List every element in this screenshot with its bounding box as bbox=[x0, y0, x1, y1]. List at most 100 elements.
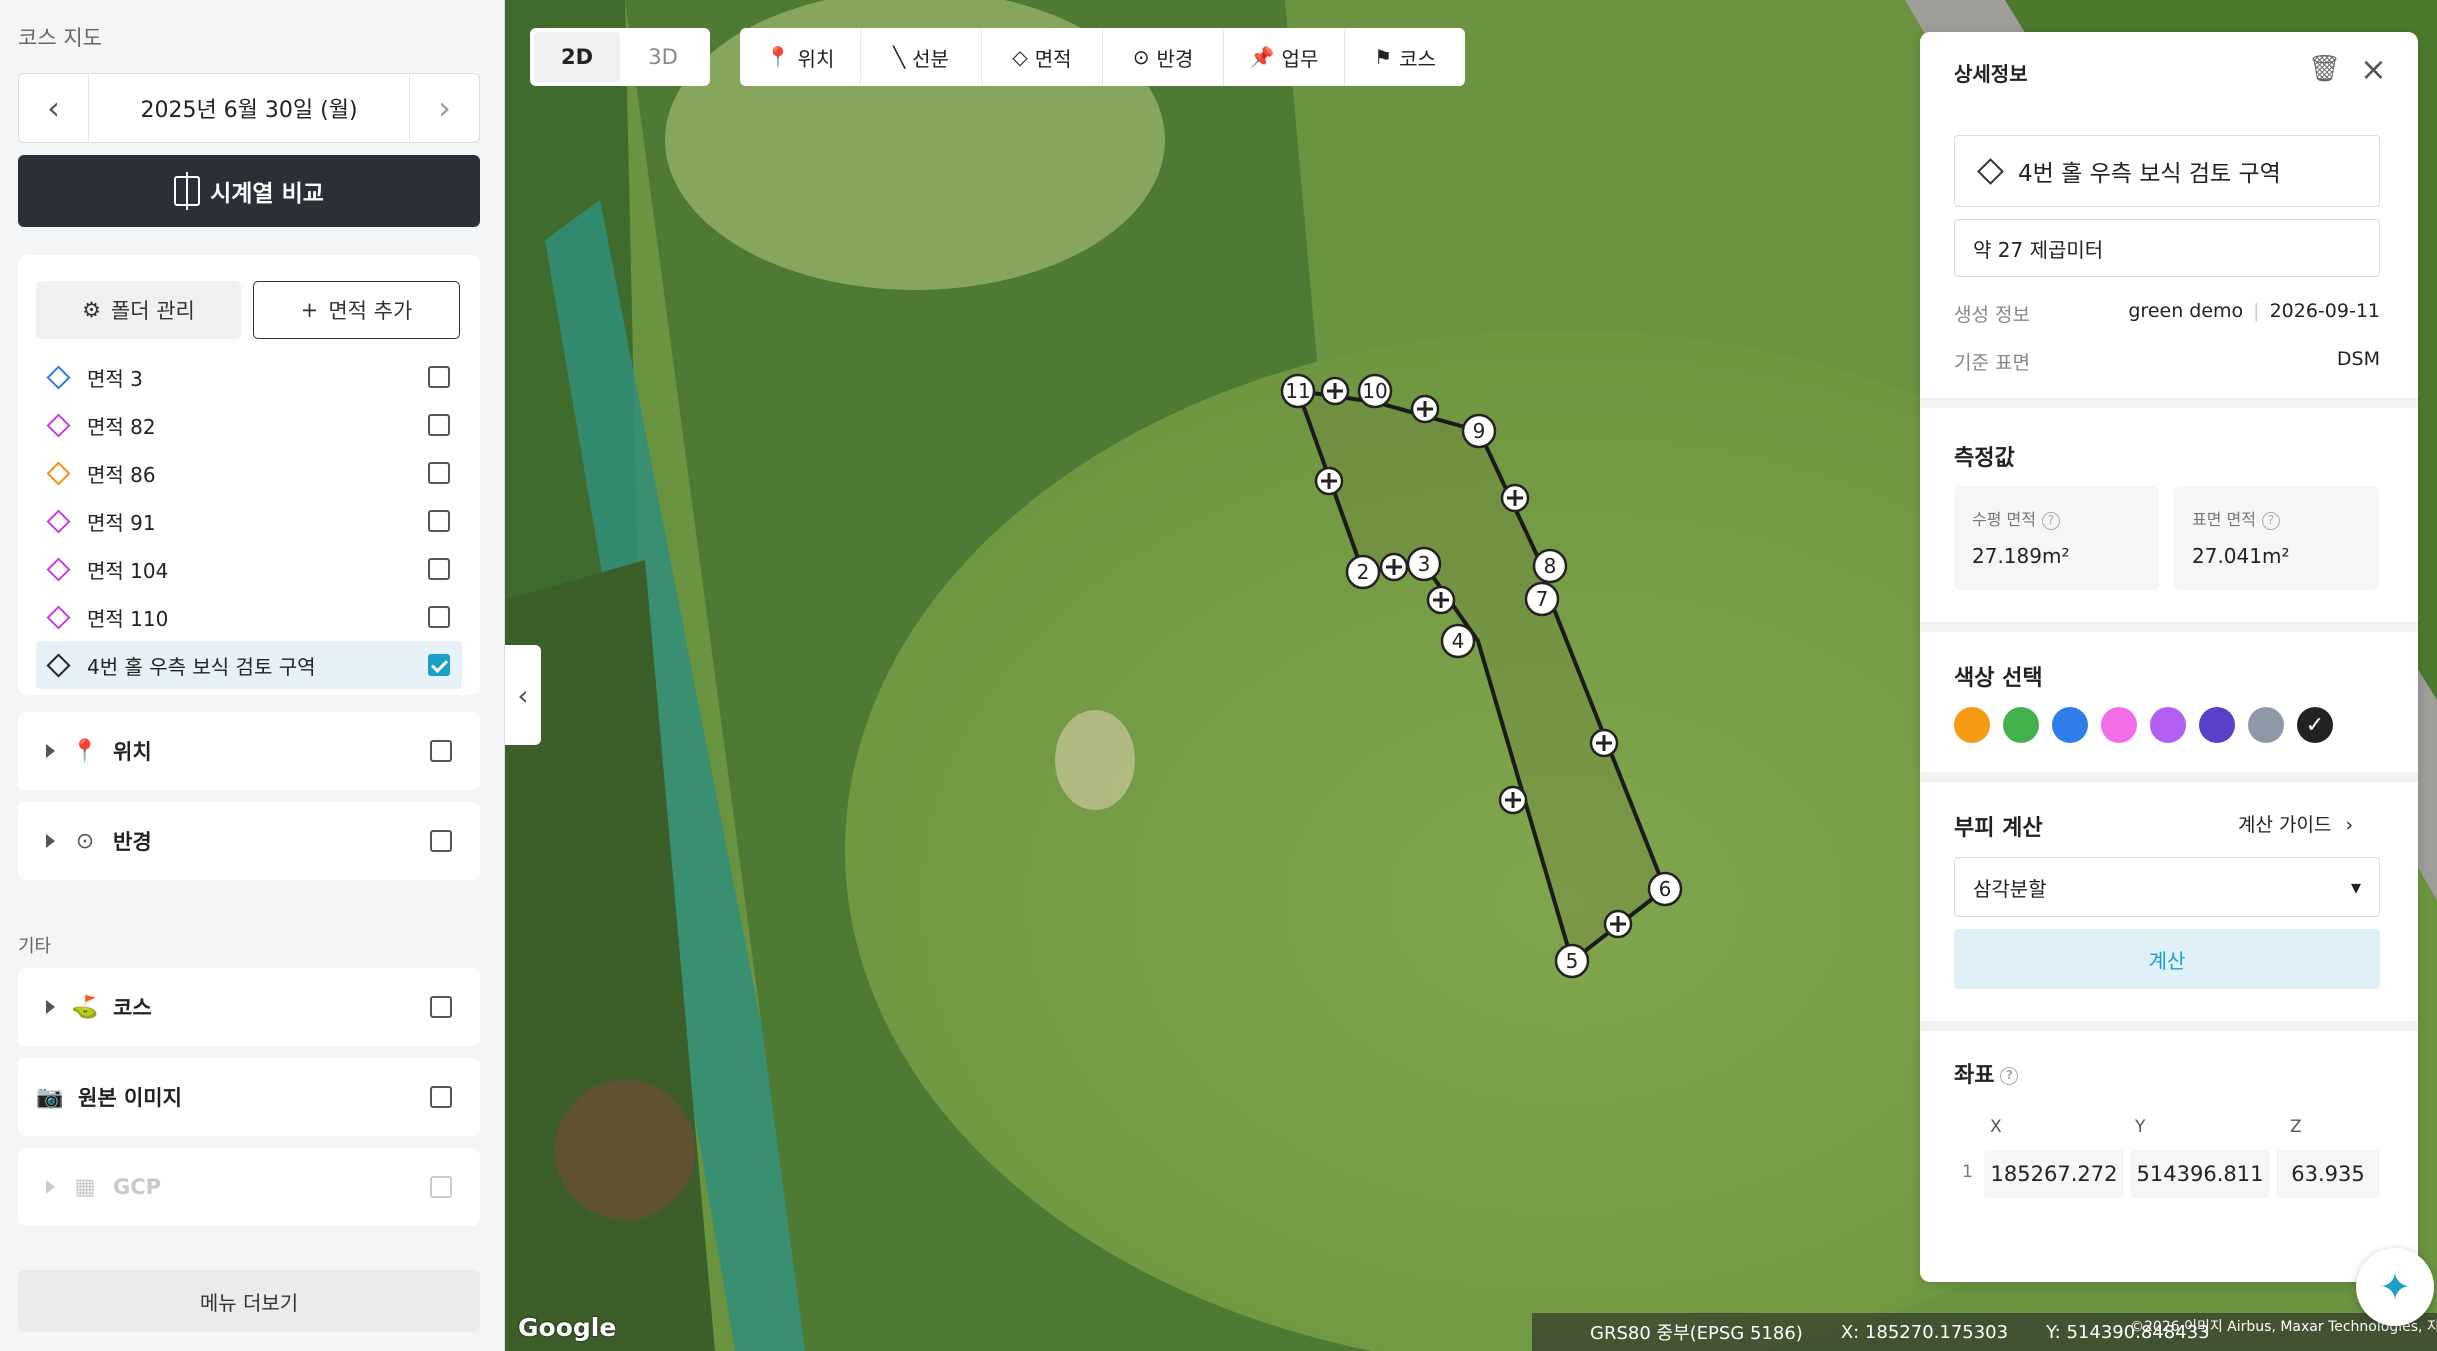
coord-y-value[interactable]: 514396.811 bbox=[2130, 1150, 2270, 1198]
tool-radius[interactable]: ⊙ 반경 bbox=[1103, 28, 1224, 86]
tool-location[interactable]: 📍 위치 bbox=[740, 28, 861, 86]
trash-icon[interactable]: 🗑 bbox=[2308, 54, 2341, 84]
vertex-label: 2 bbox=[1357, 560, 1370, 584]
expand-triangle-icon bbox=[46, 1180, 55, 1194]
layer-label: 면적 110 bbox=[87, 606, 169, 631]
list-item[interactable]: 면적 86 bbox=[36, 449, 462, 497]
layer-label: 면적 82 bbox=[87, 414, 156, 439]
pin-icon: 📍 bbox=[71, 738, 99, 764]
section-radius[interactable]: ⊙ 반경 bbox=[18, 802, 480, 880]
expand-triangle-icon[interactable] bbox=[46, 1000, 55, 1014]
color-swatch-pink[interactable] bbox=[2101, 707, 2137, 743]
layer-checkbox[interactable] bbox=[428, 462, 450, 484]
section-location[interactable]: 📍 위치 bbox=[18, 712, 480, 790]
layer-checkbox[interactable] bbox=[428, 510, 450, 532]
section-checkbox[interactable] bbox=[430, 1086, 452, 1108]
flag-icon: ⚑ bbox=[1374, 45, 1393, 69]
layer-label: 면적 3 bbox=[87, 366, 143, 391]
color-swatch-blue[interactable] bbox=[2052, 707, 2088, 743]
color-swatch-purple[interactable] bbox=[2150, 707, 2186, 743]
prev-date-button[interactable]: ‹ bbox=[19, 74, 89, 142]
layer-checkbox[interactable] bbox=[428, 558, 450, 580]
expand-triangle-icon[interactable] bbox=[46, 744, 55, 758]
surface-value: DSM bbox=[2336, 348, 2380, 370]
created-label: 생성 정보 bbox=[1954, 304, 2030, 326]
color-swatch-indigo[interactable] bbox=[2199, 707, 2235, 743]
compare-icon bbox=[174, 172, 201, 210]
timeseries-compare-button[interactable]: 시계열 비교 bbox=[18, 155, 480, 227]
coord-header-x: X bbox=[1990, 1117, 2002, 1137]
close-icon[interactable]: × bbox=[2360, 50, 2387, 88]
area-diamond-icon bbox=[46, 412, 71, 438]
section-checkbox[interactable] bbox=[430, 996, 452, 1018]
line-icon: ╲ bbox=[893, 45, 906, 69]
view-2d-button[interactable]: 2D bbox=[534, 32, 620, 82]
sidebar-collapse-button[interactable]: ‹ bbox=[505, 645, 541, 745]
ai-assistant-button[interactable]: ✦ bbox=[2356, 1248, 2434, 1326]
section-label: 반경 bbox=[113, 830, 152, 854]
calc-guide-link[interactable]: 계산 가이드 › bbox=[2238, 810, 2353, 837]
surface-area-card: 표면 면적? 27.041m² bbox=[2174, 486, 2379, 590]
next-date-button[interactable]: › bbox=[409, 74, 479, 142]
view-3d-button[interactable]: 3D bbox=[620, 32, 706, 82]
color-swatch-black-selected[interactable]: ✓ bbox=[2297, 707, 2333, 743]
expand-triangle-icon[interactable] bbox=[46, 834, 55, 848]
detail-panel: 상세정보 🗑 × 4번 홀 우측 보식 검토 구역 약 27 제곱미터 생성 정… bbox=[1920, 32, 2418, 1282]
layer-label: 4번 홀 우측 보식 검토 구역 bbox=[87, 654, 316, 679]
layer-checkbox[interactable] bbox=[428, 606, 450, 628]
layer-checkbox[interactable] bbox=[428, 414, 450, 436]
color-swatch-gray[interactable] bbox=[2248, 707, 2284, 743]
list-item-selected[interactable]: 4번 홀 우측 보식 검토 구역 bbox=[36, 641, 462, 689]
list-item[interactable]: 면적 91 bbox=[36, 497, 462, 545]
tool-area[interactable]: ◇ 면적 bbox=[982, 28, 1103, 86]
section-divider bbox=[1920, 622, 2418, 632]
tool-course[interactable]: ⚑ 코스 bbox=[1345, 28, 1465, 86]
volume-method-value: 삼각분할 bbox=[1973, 876, 2047, 901]
image-icon: ▦ bbox=[74, 1174, 96, 1200]
created-by: green demo bbox=[2128, 300, 2244, 322]
tool-label: 선분 bbox=[912, 46, 949, 71]
check-icon: ✓ bbox=[2305, 712, 2325, 738]
section-course[interactable]: ⛳ 코스 bbox=[18, 968, 480, 1046]
section-original-image[interactable]: 📷 원본 이미지 bbox=[18, 1058, 480, 1136]
section-label: GCP bbox=[113, 1175, 162, 1199]
help-icon[interactable]: ? bbox=[2000, 1067, 2019, 1085]
list-item[interactable]: 면적 104 bbox=[36, 545, 462, 593]
more-menu-button[interactable]: 메뉴 더보기 bbox=[18, 1270, 480, 1332]
etc-label: 기타 bbox=[18, 936, 52, 957]
gear-icon: ⚙ bbox=[82, 298, 101, 322]
layer-checkbox[interactable] bbox=[428, 366, 450, 388]
list-item[interactable]: 면적 82 bbox=[36, 401, 462, 449]
tool-task[interactable]: 📌 업무 bbox=[1224, 28, 1345, 86]
coord-row-index: 1 bbox=[1962, 1162, 1973, 1182]
color-swatch-orange[interactable] bbox=[1954, 707, 1990, 743]
vertex-label: 6 bbox=[1659, 877, 1672, 901]
calc-guide-label: 계산 가이드 bbox=[2238, 814, 2332, 836]
volume-method-select[interactable]: 삼각분할 ▾ bbox=[1954, 857, 2380, 917]
folder-manage-button[interactable]: ⚙ 폴더 관리 bbox=[36, 281, 241, 339]
section-divider bbox=[1920, 1021, 2418, 1031]
calculate-button[interactable]: 계산 bbox=[1954, 929, 2380, 989]
list-item[interactable]: 면적 3 bbox=[36, 353, 462, 401]
flag-icon: ⛳ bbox=[71, 994, 99, 1020]
add-area-button[interactable]: + 면적 추가 bbox=[253, 281, 460, 339]
layer-checkbox-checked[interactable] bbox=[428, 654, 450, 676]
coord-z-value[interactable]: 63.935 bbox=[2276, 1150, 2380, 1198]
coord-title: 좌표? bbox=[1954, 1057, 2019, 1089]
help-icon[interactable]: ? bbox=[2261, 511, 2280, 530]
coord-x-value[interactable]: 185267.272 bbox=[1984, 1150, 2124, 1198]
area-description-field[interactable]: 약 27 제곱미터 bbox=[1954, 219, 2380, 277]
section-checkbox[interactable] bbox=[430, 740, 452, 762]
help-icon[interactable]: ? bbox=[2041, 511, 2060, 530]
color-swatch-green[interactable] bbox=[2003, 707, 2039, 743]
tool-label: 업무 bbox=[1281, 46, 1319, 71]
vertex-label: 11 bbox=[1285, 379, 1310, 403]
section-checkbox[interactable] bbox=[430, 830, 452, 852]
list-item[interactable]: 면적 110 bbox=[36, 593, 462, 641]
tool-line[interactable]: ╲ 선분 bbox=[861, 28, 982, 86]
section-divider bbox=[1920, 398, 2418, 408]
area-diamond-icon bbox=[46, 652, 71, 678]
area-name-field[interactable]: 4번 홀 우측 보식 검토 구역 bbox=[1954, 135, 2380, 207]
area-polygon[interactable] bbox=[1294, 388, 1668, 965]
left-sidebar: 코스 지도 ‹ 2025년 6월 30일 (월) › 시계열 비교 ⚙ 폴더 관… bbox=[0, 0, 505, 1351]
